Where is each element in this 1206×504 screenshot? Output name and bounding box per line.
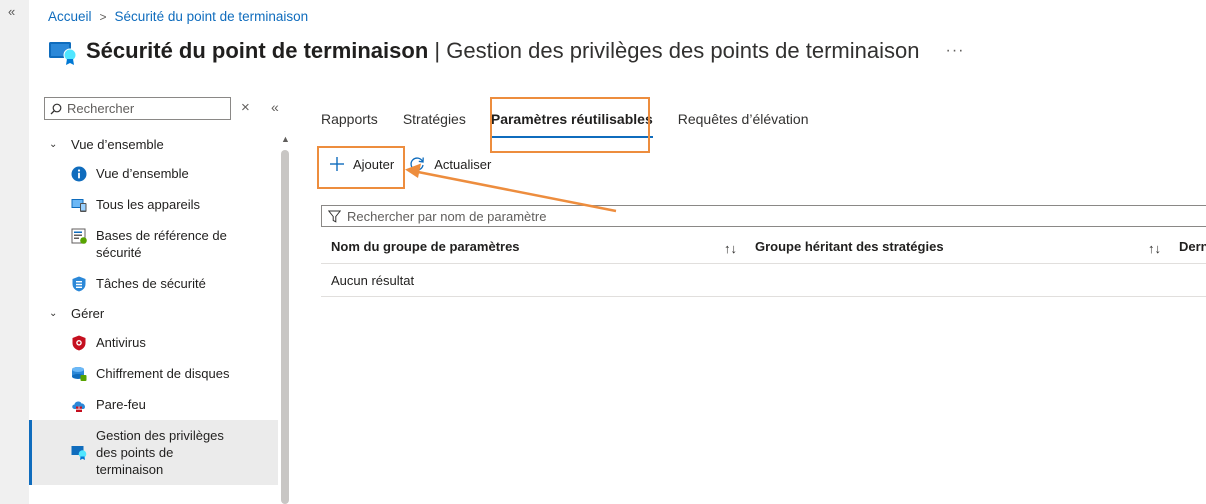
- breadcrumb: Accueil > Sécurité du point de terminais…: [48, 9, 308, 24]
- collapse-sidebar-icon[interactable]: «: [271, 99, 279, 115]
- nav-group-manage[interactable]: ⌄ Gérer: [29, 299, 278, 327]
- sidebar-scrollbar[interactable]: ▲: [281, 134, 290, 504]
- sidebar-item-disk-encryption[interactable]: Chiffrement de disques: [29, 358, 278, 389]
- devices-icon: [71, 199, 87, 212]
- sidebar-item-security-baselines[interactable]: Bases de référence de sécurité: [29, 220, 278, 268]
- settings-table: Nom du groupe de paramètres ↑↓ Groupe hé…: [321, 229, 1206, 297]
- column-header-group-name[interactable]: Nom du groupe de paramètres ↑↓: [321, 239, 745, 254]
- scroll-thumb[interactable]: [281, 150, 289, 504]
- column-header-last[interactable]: Derni: [1169, 239, 1206, 254]
- chevron-down-icon: ⌄: [49, 307, 58, 319]
- baseline-icon: [71, 228, 87, 244]
- sidebar-search-input[interactable]: [67, 101, 217, 116]
- page-title: Sécurité du point de terminaison | Gesti…: [86, 38, 919, 64]
- sidebar-item-label: Bases de référence de sécurité: [96, 228, 227, 260]
- settings-filter-input[interactable]: [347, 208, 947, 224]
- sidebar-item-label: Tâches de sécurité: [96, 276, 206, 291]
- breadcrumb-home[interactable]: Accueil: [48, 9, 92, 24]
- info-icon: [71, 166, 87, 182]
- search-icon: [50, 103, 62, 114]
- epm-icon: [71, 446, 87, 460]
- chevron-right-icon: >: [99, 9, 107, 24]
- table-empty-message: Aucun résultat: [321, 264, 1206, 297]
- more-options-button[interactable]: ···: [945, 42, 964, 60]
- annotation-highlight-tab: [490, 97, 650, 153]
- column-header-label: Derni: [1179, 238, 1206, 254]
- double-chevron-left-icon[interactable]: «: [8, 4, 15, 19]
- annotation-highlight-add: [317, 146, 405, 189]
- scroll-up-icon[interactable]: ▲: [281, 134, 290, 144]
- sidebar: × « ⌄ Vue d’ensemble Vue d’ensemble Tous…: [29, 90, 292, 504]
- sidebar-search[interactable]: [44, 97, 231, 120]
- sidebar-item-epm[interactable]: Gestion des privilèges des points de ter…: [29, 420, 278, 485]
- antivirus-icon: [72, 335, 86, 351]
- column-header-label: Nom du groupe de paramètres: [331, 238, 520, 254]
- page-title-main: Sécurité du point de terminaison: [86, 38, 429, 63]
- sidebar-item-firewall[interactable]: Pare-feu: [29, 389, 278, 420]
- disk-encryption-icon: [72, 367, 87, 381]
- sidebar-item-all-devices[interactable]: Tous les appareils: [29, 189, 278, 220]
- breadcrumb-current[interactable]: Sécurité du point de terminaison: [115, 9, 309, 24]
- clear-search-icon[interactable]: ×: [241, 99, 250, 116]
- tab-policies[interactable]: Stratégies: [403, 108, 466, 138]
- filter-icon: [328, 210, 341, 223]
- tab-elevation-requests[interactable]: Requêtes d’élévation: [678, 108, 809, 138]
- shield-tasks-icon: [72, 276, 86, 292]
- sidebar-item-label: Vue d’ensemble: [96, 166, 189, 181]
- refresh-button-label: Actualiser: [434, 156, 492, 172]
- sidebar-item-label: Pare-feu: [96, 397, 146, 412]
- nav-group-label: Vue d’ensemble: [71, 136, 164, 152]
- sidebar-nav: ⌄ Vue d’ensemble Vue d’ensemble Tous les…: [29, 130, 278, 485]
- sort-icon[interactable]: ↑↓: [724, 241, 737, 254]
- chevron-down-icon: ⌄: [49, 138, 58, 150]
- refresh-button[interactable]: Actualiser: [408, 155, 491, 173]
- sidebar-item-antivirus[interactable]: Antivirus: [29, 327, 278, 358]
- firewall-icon: [72, 401, 85, 412]
- nav-group-label: Gérer: [71, 305, 105, 321]
- epm-icon: [49, 42, 77, 65]
- nav-group-overview[interactable]: ⌄ Vue d’ensemble: [29, 130, 278, 158]
- table-header: Nom du groupe de paramètres ↑↓ Groupe hé…: [321, 229, 1206, 264]
- page-title-sub: | Gestion des privilèges des points de t…: [428, 38, 920, 63]
- sidebar-item-security-tasks[interactable]: Tâches de sécurité: [29, 268, 278, 299]
- sort-icon[interactable]: ↑↓: [1148, 241, 1161, 254]
- sidebar-item-label: Tous les appareils: [96, 197, 201, 212]
- settings-filter[interactable]: [321, 205, 1206, 227]
- page-header: Sécurité du point de terminaison | Gesti…: [48, 36, 964, 66]
- left-rail: «: [0, 0, 29, 504]
- column-header-inheriting-group[interactable]: Groupe héritant des stratégies ↑↓: [745, 239, 1169, 254]
- refresh-icon: [410, 157, 425, 171]
- sidebar-item-overview[interactable]: Vue d’ensemble: [29, 158, 278, 189]
- column-header-label: Groupe héritant des stratégies: [755, 238, 944, 254]
- sidebar-item-label: Antivirus: [96, 335, 146, 350]
- sidebar-item-label: Gestion des privilèges des points de ter…: [96, 428, 224, 477]
- tab-reports[interactable]: Rapports: [321, 108, 378, 138]
- sidebar-item-label: Chiffrement de disques: [96, 366, 230, 381]
